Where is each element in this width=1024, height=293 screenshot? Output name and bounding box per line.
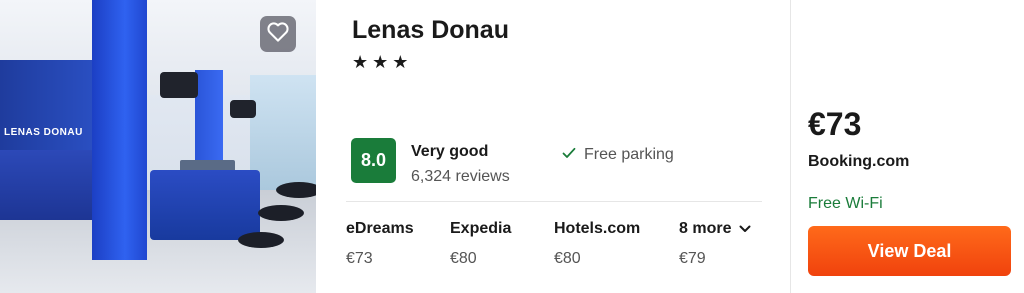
check-icon [562, 146, 576, 164]
photo-pillar [92, 0, 147, 260]
provider-price: €73 [346, 250, 373, 267]
provider-hotels-com[interactable]: Hotels.com €80 [554, 220, 640, 268]
provider-edreams[interactable]: eDreams €73 [346, 220, 414, 268]
best-deal-perk: Free Wi-Fi [808, 195, 883, 212]
hotel-card: LENAS DONAU Lenas Donau ★★★ 8.0 Very goo… [0, 0, 1024, 293]
provider-price: €79 [679, 250, 706, 267]
more-providers-label: 8 more [679, 220, 751, 238]
favorite-button[interactable] [260, 16, 296, 52]
photo-stool [258, 205, 304, 221]
provider-name: eDreams [346, 220, 414, 237]
more-providers-dropdown[interactable]: 8 more €79 [679, 220, 751, 268]
amenity-free-parking: Free parking [562, 146, 674, 164]
divider [790, 0, 791, 293]
chevron-down-icon [739, 220, 751, 238]
divider [346, 201, 762, 202]
rating-label: Very good [411, 143, 489, 160]
hotel-name[interactable]: Lenas Donau [352, 16, 509, 45]
photo-sign-text: LENAS DONAU [4, 127, 83, 138]
star-rating: ★★★ [352, 52, 413, 72]
photo-stool [276, 182, 316, 198]
view-deal-button[interactable]: View Deal [808, 226, 1011, 276]
heart-icon [267, 21, 289, 47]
amenity-label: Free parking [584, 146, 674, 163]
more-providers-text: 8 more [679, 220, 732, 237]
provider-name: Hotels.com [554, 220, 641, 237]
best-deal-site: Booking.com [808, 153, 910, 170]
photo-sofa [150, 170, 260, 240]
photo-lamp [230, 100, 256, 118]
hotel-photo[interactable]: LENAS DONAU [0, 0, 316, 293]
provider-price: €80 [450, 250, 477, 267]
review-count[interactable]: 6,324 reviews [411, 168, 510, 186]
provider-price: €80 [554, 250, 581, 267]
photo-stool [238, 232, 284, 248]
best-deal-price: €73 [808, 106, 862, 142]
provider-name: Expedia [450, 220, 512, 237]
rating-score-badge: 8.0 [351, 138, 396, 183]
photo-lamp [160, 72, 198, 98]
provider-expedia[interactable]: Expedia €80 [450, 220, 511, 268]
